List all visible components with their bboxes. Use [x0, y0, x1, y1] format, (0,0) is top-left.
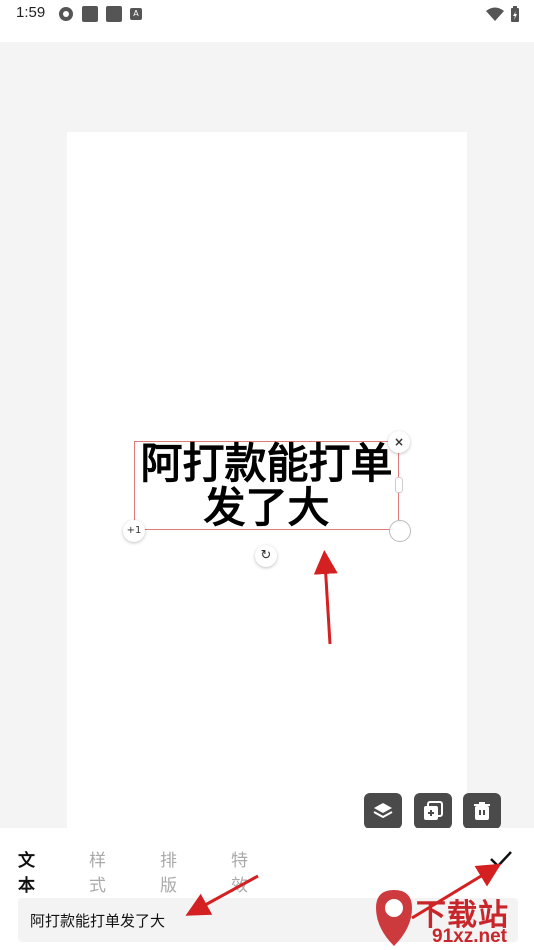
rotate-handle[interactable]: ↻ [255, 545, 277, 567]
delete-button[interactable] [463, 793, 501, 829]
scale-handle[interactable] [389, 520, 411, 542]
text-line-2: 发了大 [203, 483, 330, 532]
status-bar: 1:59 A [0, 0, 534, 42]
status-notification-icons: A [58, 6, 142, 22]
wifi-icon [486, 7, 504, 21]
confirm-button[interactable] [486, 844, 516, 874]
notification-square-icon [82, 6, 98, 22]
battery-icon [511, 6, 519, 22]
text-element-content[interactable]: 阿打款能打单 发了大 [135, 442, 398, 530]
status-time: 1:59 [16, 4, 46, 21]
duplicate-icon [424, 801, 443, 820]
duplicate-element-handle[interactable]: +1 [123, 520, 145, 542]
side-resize-handle[interactable] [395, 477, 403, 493]
watermark-url: 91xz.net [432, 926, 507, 947]
tab-effects[interactable]: 特效 [231, 846, 248, 896]
duplicate-button[interactable] [414, 793, 452, 829]
status-system-icons [486, 6, 520, 22]
text-line-1: 阿打款能打单 [140, 439, 393, 488]
notification-a-icon: A [130, 8, 142, 20]
delete-icon [474, 802, 490, 820]
watermark-logo-icon [376, 890, 412, 946]
app-notification-icon [59, 7, 73, 21]
tab-layout[interactable]: 排版 [160, 846, 177, 896]
editor-canvas-area [0, 42, 534, 842]
selected-text-element[interactable]: 阿打款能打单 发了大 [134, 441, 399, 530]
layers-icon [373, 803, 393, 819]
notification-square-icon [106, 6, 122, 22]
layers-button[interactable] [364, 793, 402, 829]
checkmark-icon [490, 851, 512, 868]
tab-text[interactable]: 文本 [18, 846, 35, 896]
tab-style[interactable]: 样式 [89, 846, 106, 896]
site-watermark: 下载站 91xz.net [372, 888, 534, 950]
remove-element-button[interactable]: × [388, 431, 410, 453]
